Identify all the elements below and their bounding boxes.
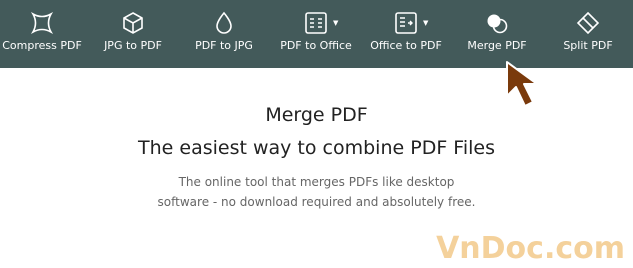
toolbar-item-label: PDF to JPG — [195, 39, 253, 52]
pdf-to-jpg-icon — [211, 10, 237, 36]
toolbar-item-label: Compress PDF — [2, 39, 82, 52]
watermark-text: VnDoc.com — [436, 231, 625, 264]
watermark-logo: VnDoc.com — [436, 231, 625, 264]
pdf-to-office-icon — [303, 10, 329, 36]
description-line: software - no download required and abso… — [157, 195, 476, 209]
arrow-cursor-icon — [506, 61, 538, 107]
description-line: The online tool that merges PDFs like de… — [178, 175, 455, 189]
toolbar-item-split-pdf[interactable]: Split PDF — [548, 0, 628, 68]
toolbar-item-office-to-pdf[interactable]: ▼ Office to PDF — [366, 0, 446, 68]
top-toolbar: Compress PDF JPG to PDF PDF to JPG ▼ PDF… — [0, 0, 633, 68]
page-description: The online tool that merges PDFs like de… — [0, 172, 633, 212]
toolbar-item-compress-pdf[interactable]: Compress PDF — [0, 0, 84, 68]
toolbar-item-label: Merge PDF — [467, 39, 527, 52]
compress-icon — [29, 10, 55, 36]
toolbar-item-label: Office to PDF — [370, 39, 442, 52]
toolbar-item-jpg-to-pdf[interactable]: JPG to PDF — [93, 0, 173, 68]
split-icon — [575, 10, 601, 36]
page-subtitle: The easiest way to combine PDF Files — [138, 137, 495, 159]
chevron-down-icon: ▼ — [333, 19, 339, 27]
office-to-pdf-icon — [393, 10, 419, 36]
toolbar-item-merge-pdf[interactable]: Merge PDF — [457, 0, 537, 68]
toolbar-item-label: JPG to PDF — [104, 39, 162, 52]
chevron-down-icon: ▼ — [423, 19, 429, 27]
toolbar-item-pdf-to-office[interactable]: ▼ PDF to Office — [276, 0, 356, 68]
toolbar-item-label: Split PDF — [563, 39, 613, 52]
jpg-to-pdf-icon — [120, 10, 146, 36]
merge-icon — [484, 10, 510, 36]
toolbar-item-label: PDF to Office — [280, 39, 352, 52]
toolbar-item-pdf-to-jpg[interactable]: PDF to JPG — [184, 0, 264, 68]
